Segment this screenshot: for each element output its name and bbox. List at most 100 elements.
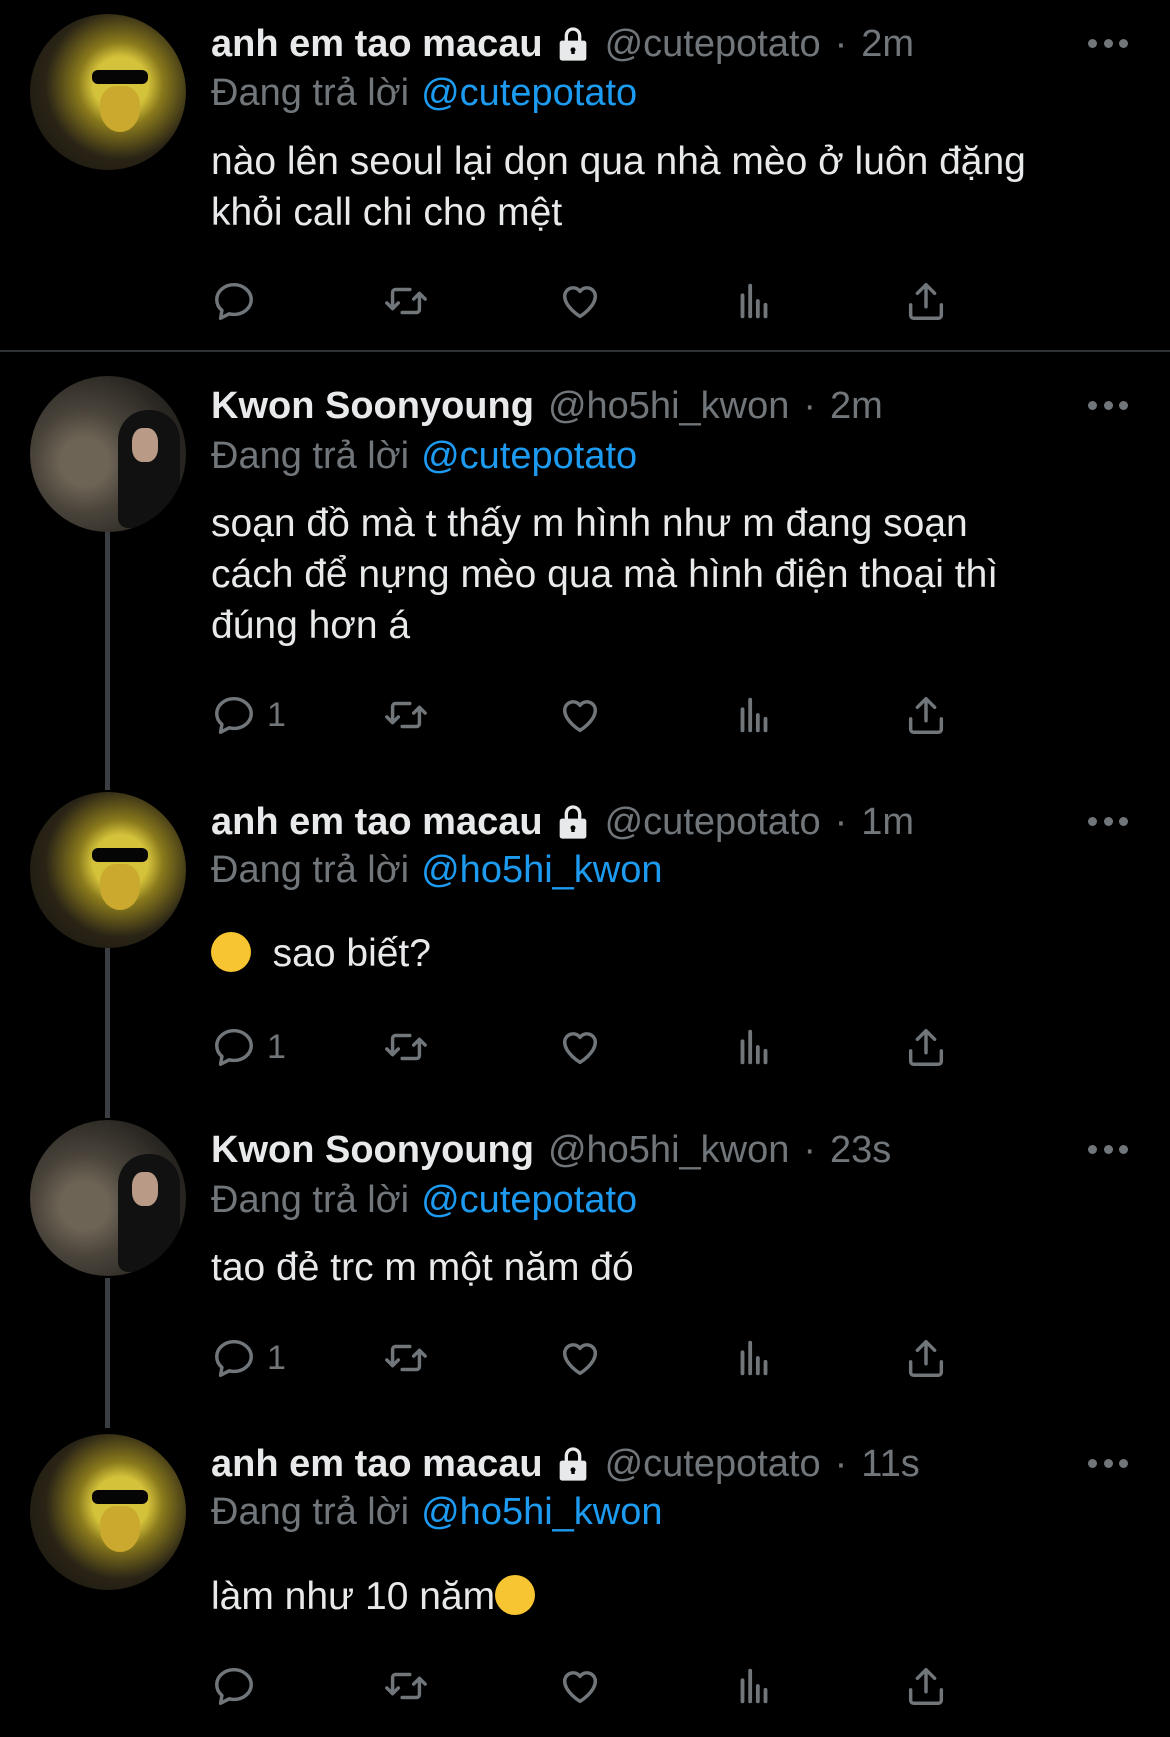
like-button[interactable] — [557, 690, 603, 740]
retweet-button[interactable] — [383, 1661, 429, 1711]
share-button[interactable] — [903, 690, 949, 740]
more-icon[interactable] — [1088, 1142, 1128, 1156]
analytics-button[interactable] — [731, 276, 777, 326]
like-icon — [562, 1671, 598, 1704]
tweet-line: đúng hơn á — [211, 604, 411, 647]
reply-button[interactable]: 1 — [211, 1333, 286, 1383]
tweet-text: nào lên seoul lại dọn qua nhà mèo ở luôn… — [211, 136, 1131, 238]
thread-line — [105, 948, 110, 1118]
like-button[interactable] — [557, 1333, 603, 1383]
share-icon — [908, 1667, 944, 1705]
reply-count: 1 — [267, 1338, 286, 1377]
timestamp[interactable]: 2m — [830, 383, 883, 429]
action-bar: 1 — [211, 1333, 1031, 1383]
reply-count: 1 — [267, 695, 286, 734]
tweet-text: tao đẻ trc m một năm đó — [211, 1242, 1131, 1293]
action-bar — [211, 1661, 1031, 1711]
replying-to: Đang trả lời @ho5hi_kwon — [211, 1489, 663, 1535]
reply-icon — [215, 282, 253, 320]
share-icon — [908, 282, 944, 320]
display-name[interactable]: anh em tao macau — [211, 1441, 543, 1487]
handle[interactable]: @ho5hi_kwon — [548, 383, 789, 429]
avatar[interactable] — [30, 1434, 186, 1590]
tweet-line: cách để nựng mèo qua mà hình điện thoại … — [211, 553, 999, 596]
tweet-line-text: sao biết? — [272, 932, 431, 975]
like-icon — [562, 1343, 598, 1376]
handle[interactable]: @cutepotato — [605, 799, 821, 845]
more-icon[interactable] — [1088, 1456, 1128, 1470]
analytics-button[interactable] — [731, 690, 777, 740]
reply-icon — [215, 696, 253, 734]
more-icon[interactable] — [1088, 814, 1128, 828]
avatar[interactable] — [30, 376, 186, 532]
analytics-button[interactable] — [731, 1333, 777, 1383]
reply-label: Đang trả lời — [211, 1179, 410, 1221]
avatar[interactable] — [30, 1120, 186, 1276]
display-name[interactable]: Kwon Soonyoung — [211, 1127, 534, 1173]
thread-line — [105, 1278, 110, 1428]
action-bar — [211, 276, 1031, 326]
replying-to: Đang trả lời @cutepotato — [211, 1177, 637, 1223]
retweet-button[interactable] — [383, 1333, 429, 1383]
timestamp[interactable]: 2m — [861, 21, 914, 67]
avatar[interactable] — [30, 792, 186, 948]
like-button[interactable] — [557, 276, 603, 326]
avatar[interactable] — [30, 14, 186, 170]
reply-button[interactable] — [211, 1661, 267, 1711]
analytics-icon — [740, 283, 768, 319]
handle[interactable]: @cutepotato — [605, 21, 821, 67]
more-icon[interactable] — [1088, 398, 1128, 412]
tweet-text: soạn đồ mà t thấy m hình như m đang soạn… — [211, 498, 1131, 651]
share-button[interactable] — [903, 1661, 949, 1711]
display-name[interactable]: anh em tao macau — [211, 21, 543, 67]
reply-button[interactable] — [211, 276, 267, 326]
tweet-line: sao biết? — [211, 928, 1131, 979]
tweet-line: làm như 10 năm — [211, 1571, 1131, 1622]
retweet-button[interactable] — [383, 1022, 429, 1072]
reply-count: 1 — [267, 1027, 286, 1066]
tweet-text: sao biết? — [211, 928, 1131, 979]
reply-mention[interactable]: @cutepotato — [421, 1179, 637, 1221]
retweet-icon — [385, 1344, 427, 1372]
display-name[interactable]: Kwon Soonyoung — [211, 383, 534, 429]
lock-icon — [559, 1447, 586, 1481]
eye-roll-emoji — [495, 1575, 536, 1615]
analytics-icon — [740, 1029, 768, 1065]
analytics-button[interactable] — [731, 1661, 777, 1711]
retweet-button[interactable] — [383, 276, 429, 326]
reply-mention[interactable]: @ho5hi_kwon — [421, 849, 662, 891]
action-bar: 1 — [211, 690, 1031, 740]
retweet-button[interactable] — [383, 690, 429, 740]
handle[interactable]: @ho5hi_kwon — [548, 1127, 789, 1173]
lock-icon — [559, 27, 586, 61]
timestamp[interactable]: 1m — [861, 799, 914, 845]
handle[interactable]: @cutepotato — [605, 1441, 821, 1487]
reply-mention[interactable]: @ho5hi_kwon — [421, 1491, 662, 1533]
action-bar: 1 — [211, 1022, 1031, 1072]
like-icon — [562, 700, 598, 733]
separator-dot: · — [834, 23, 848, 65]
like-icon — [562, 286, 598, 319]
analytics-icon — [740, 1668, 768, 1704]
analytics-button[interactable] — [731, 1022, 777, 1072]
share-button[interactable] — [903, 1022, 949, 1072]
share-button[interactable] — [903, 1333, 949, 1383]
reply-mention[interactable]: @cutepotato — [421, 435, 637, 477]
like-button[interactable] — [557, 1022, 603, 1072]
timestamp[interactable]: 11s — [861, 1441, 919, 1487]
like-button[interactable] — [557, 1661, 603, 1711]
analytics-icon — [740, 697, 768, 733]
share-button[interactable] — [903, 276, 949, 326]
reply-button[interactable]: 1 — [211, 1022, 286, 1072]
display-name[interactable]: anh em tao macau — [211, 799, 543, 845]
tweet-line: tao đẻ trc m một năm đó — [211, 1246, 634, 1289]
timestamp[interactable]: 23s — [830, 1127, 891, 1173]
tweet-line: nào lên seoul lại dọn qua nhà mèo ở luôn… — [211, 140, 1026, 183]
thread-line — [105, 530, 110, 790]
tweet-line-text: làm như 10 năm — [211, 1575, 496, 1618]
reply-mention[interactable]: @cutepotato — [421, 72, 637, 114]
tweet-line: khỏi call chi cho mệt — [211, 191, 563, 234]
reply-button[interactable]: 1 — [211, 690, 286, 740]
more-icon[interactable] — [1088, 36, 1128, 50]
reply-label: Đang trả lời — [211, 435, 410, 477]
